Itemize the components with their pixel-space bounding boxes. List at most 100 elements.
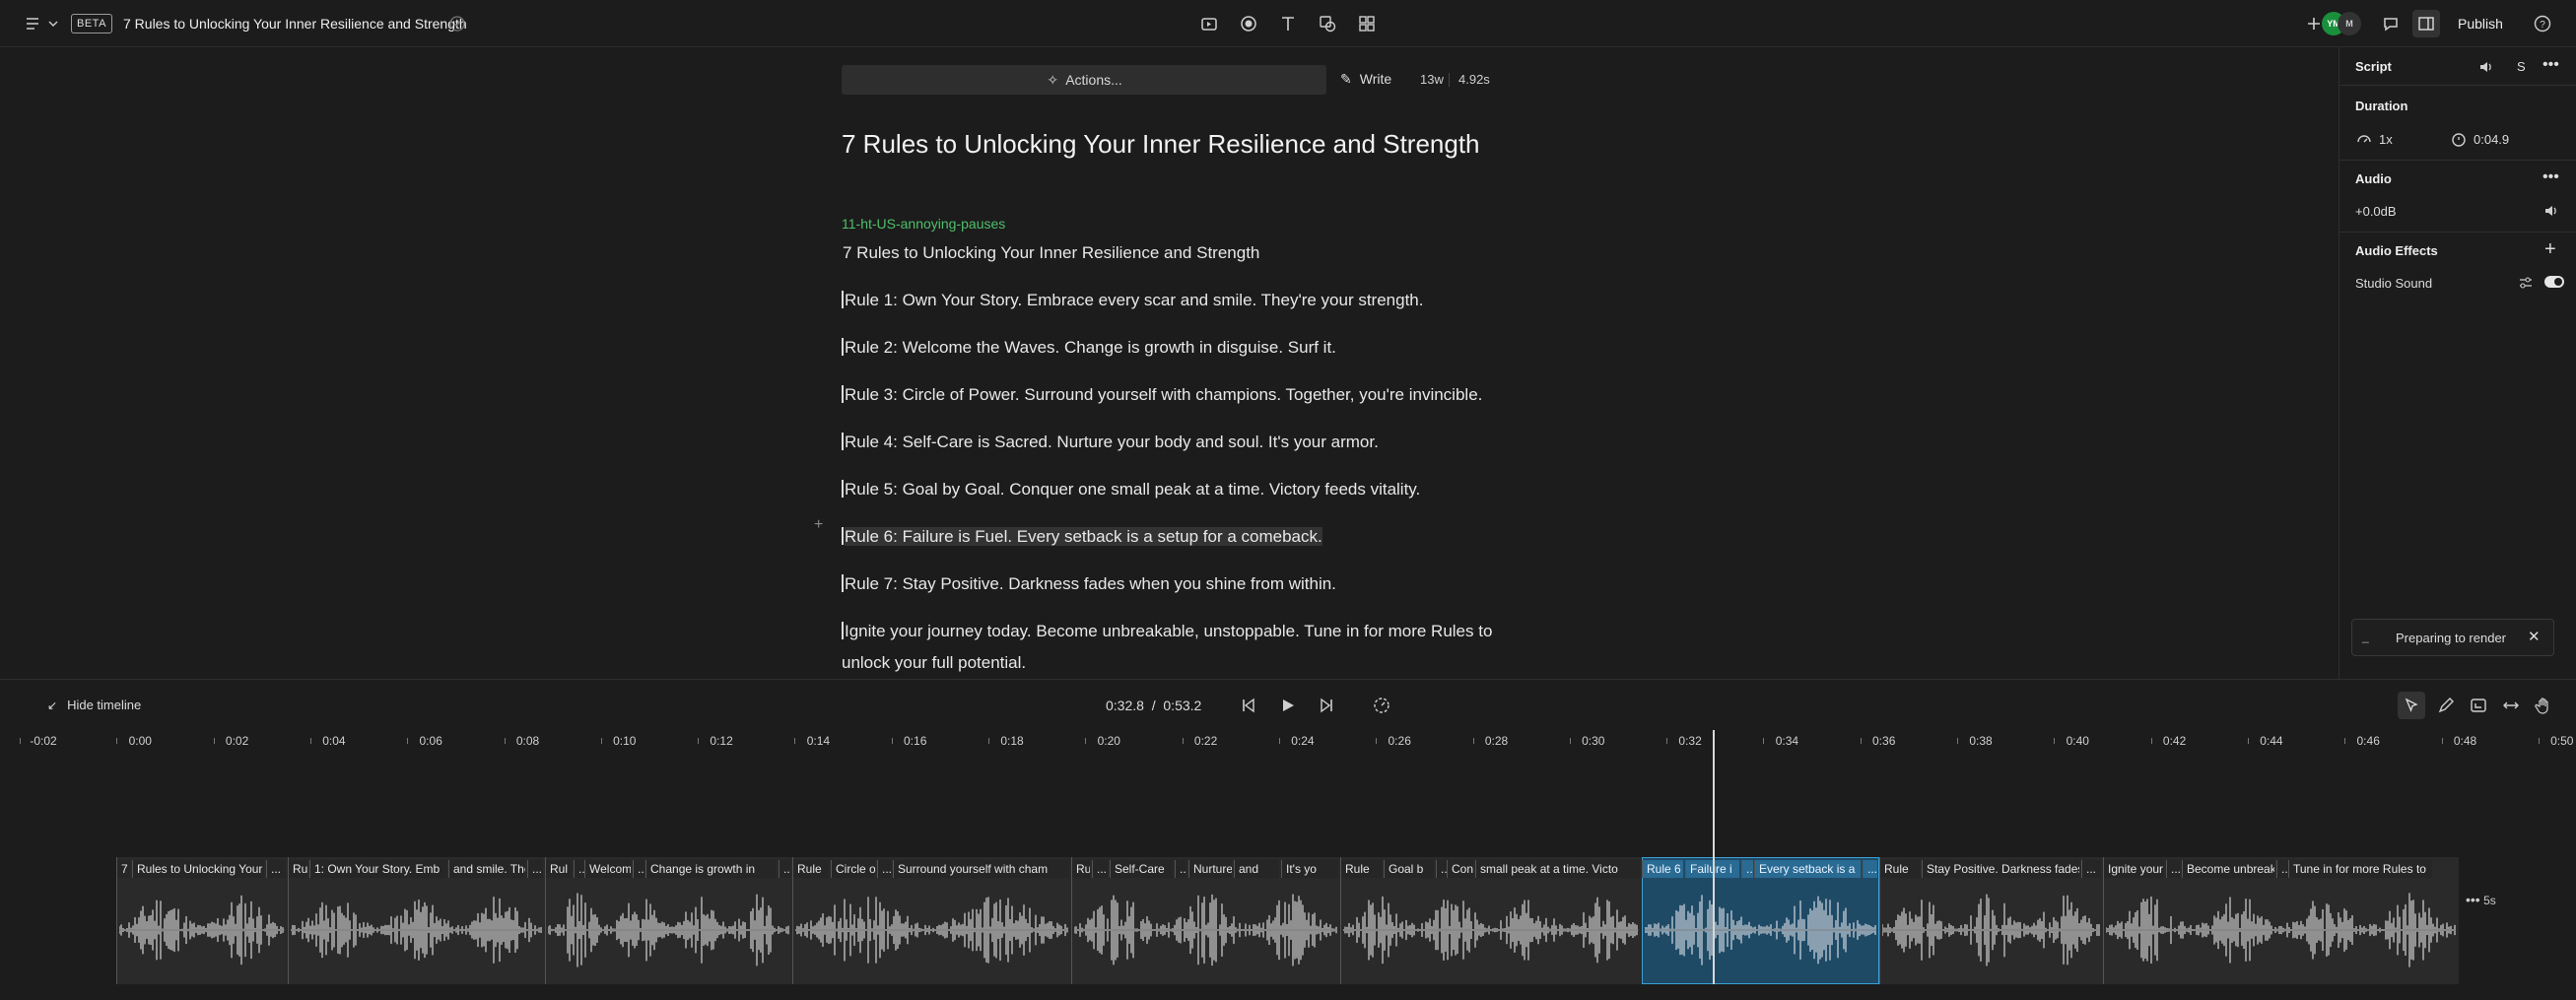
- record-icon[interactable]: [1239, 14, 1258, 33]
- word-chip[interactable]: Conq: [1447, 860, 1473, 878]
- word-chip[interactable]: Circle o: [831, 860, 875, 878]
- close-icon[interactable]: ✕: [2528, 628, 2541, 645]
- duration-value[interactable]: 0:04.9: [2474, 132, 2509, 147]
- publish-button[interactable]: Publish: [2458, 16, 2503, 32]
- word-chip[interactable]: ...: [266, 860, 286, 878]
- hand-tool-icon[interactable]: [2534, 696, 2553, 715]
- top-bar: BETA 7 Rules to Unlocking Your Inner Res…: [0, 0, 2576, 47]
- record-media-icon[interactable]: [1199, 14, 1219, 33]
- play-icon[interactable]: [1277, 696, 1297, 715]
- write-button[interactable]: ✎ Write: [1340, 71, 1391, 88]
- help-icon[interactable]: ?: [2533, 14, 2552, 33]
- skip-forward-icon[interactable]: [1317, 696, 1336, 715]
- chevron-down-icon[interactable]: [43, 14, 58, 33]
- word-chip[interactable]: Rule: [1071, 860, 1090, 878]
- timeline[interactable]: ↙ Hide timeline 0:32.8 / 0:53.2 -0:02 0:00…: [0, 679, 2576, 1000]
- word-chip[interactable]: ...: [1863, 860, 1877, 878]
- word-chip[interactable]: Nurture: [1188, 860, 1232, 878]
- word-chip[interactable]: small peak at a time. Victo: [1475, 860, 1640, 878]
- word-chip[interactable]: Rule: [1879, 860, 1920, 878]
- more-icon[interactable]: •••: [2542, 56, 2559, 74]
- script-paragraph[interactable]: Rule 3: Circle of Power. Surround yourse…: [842, 379, 1482, 411]
- ruler-tick-label: 0:26: [1388, 734, 1411, 748]
- word-chip[interactable]: Ignite your: [2103, 860, 2164, 878]
- pen-tool-icon[interactable]: [2436, 696, 2456, 715]
- word-chip[interactable]: ...: [877, 860, 891, 878]
- speaker-label[interactable]: 11-ht-US-annoying-pauses: [842, 216, 1005, 232]
- ruler-tick-label: 0:06: [419, 734, 442, 748]
- ruler-tick: [407, 738, 409, 744]
- script-editor[interactable]: ✧ Actions... ✎ Write 13w 4.92s 7 Rules to …: [0, 47, 2339, 679]
- audio-more-icon[interactable]: •••: [2542, 168, 2559, 186]
- word-chip[interactable]: 7: [116, 860, 130, 878]
- actions-button[interactable]: ✧ Actions...: [842, 65, 1326, 95]
- word-chip[interactable]: ...: [1741, 860, 1753, 878]
- studio-sound-toggle[interactable]: [2544, 276, 2564, 288]
- word-chip[interactable]: and smile. The: [448, 860, 525, 878]
- grid-icon[interactable]: [1357, 14, 1377, 33]
- script-paragraph[interactable]: Rule 5: Goal by Goal. Conquer one small …: [842, 474, 1420, 505]
- avatar[interactable]: M: [2338, 12, 2361, 35]
- text-icon[interactable]: [1278, 14, 1298, 33]
- hide-timeline-button[interactable]: ↙ Hide timeline: [47, 698, 141, 712]
- word-chip[interactable]: Stay Positive. Darkness fades: [1922, 860, 2079, 878]
- comment-icon[interactable]: [2381, 14, 2401, 33]
- sliders-icon[interactable]: [2517, 274, 2535, 292]
- speed-value[interactable]: 1x: [2379, 132, 2393, 147]
- word-chip[interactable]: ...: [2166, 860, 2180, 878]
- word-chip[interactable]: Change is growth in: [645, 860, 777, 878]
- word-chip[interactable]: Self-Care: [1110, 860, 1173, 878]
- menu-icon[interactable]: [24, 14, 43, 33]
- select-tool[interactable]: [2398, 692, 2425, 719]
- page-title[interactable]: 7 Rules to Unlocking Your Inner Resilien…: [842, 129, 1480, 160]
- s-label[interactable]: S: [2517, 59, 2526, 74]
- script-paragraph[interactable]: Rule 7: Stay Positive. Darkness fades wh…: [842, 568, 1336, 600]
- word-chip[interactable]: ...: [2081, 860, 2101, 878]
- script-paragraph[interactable]: Rule 2: Welcome the Waves. Change is gro…: [842, 332, 1336, 364]
- word-chip[interactable]: Become unbreak: [2182, 860, 2274, 878]
- document-title[interactable]: 7 Rules to Unlocking Your Inner Resilien…: [123, 16, 467, 32]
- script-paragraph[interactable]: Rule 1: Own Your Story. Embrace every sc…: [842, 285, 1424, 316]
- word-chip[interactable]: ...: [779, 860, 790, 878]
- word-chip[interactable]: Rul: [545, 860, 572, 878]
- script-paragraph[interactable]: Rule 4: Self-Care is Sacred. Nurture you…: [842, 427, 1379, 458]
- word-chip[interactable]: Rules to Unlocking Your: [132, 860, 264, 878]
- word-chip[interactable]: ...: [2276, 860, 2288, 878]
- crop-icon[interactable]: [2469, 696, 2488, 715]
- add-collaborator-icon[interactable]: [2304, 14, 2320, 33]
- skip-back-icon[interactable]: [1239, 696, 1258, 715]
- script-paragraph[interactable]: Ignite your journey today. Become unbrea…: [842, 616, 1492, 647]
- layout-toggle-button[interactable]: [2412, 10, 2440, 37]
- word-chip[interactable]: Tune in for more Rules to: [2288, 860, 2432, 878]
- word-chip[interactable]: Every setback is a: [1754, 860, 1861, 878]
- playhead[interactable]: [1713, 730, 1715, 984]
- gain-value[interactable]: +0.0dB: [2355, 204, 2397, 219]
- speed-icon[interactable]: [1372, 696, 1391, 715]
- word-chip[interactable]: and: [1234, 860, 1279, 878]
- script-paragraph[interactable]: unlock your full potential.: [842, 647, 1026, 679]
- ruler-tick-label: 0:12: [710, 734, 733, 748]
- word-chip[interactable]: Surround yourself with cham: [893, 860, 1069, 878]
- word-chip[interactable]: It's yo: [1281, 860, 1338, 878]
- shapes-icon[interactable]: [1318, 14, 1337, 33]
- add-block-icon[interactable]: +: [814, 516, 823, 534]
- word-chip[interactable]: Ru: [288, 860, 307, 878]
- word-chip[interactable]: Rule 6: [1642, 860, 1683, 878]
- word-chip[interactable]: Goal b: [1384, 860, 1434, 878]
- speaker-volume-icon[interactable]: [2477, 58, 2495, 76]
- word-chip[interactable]: 1: Own Your Story. Emb: [309, 860, 446, 878]
- expand-horizontal-icon[interactable]: [2501, 696, 2521, 715]
- word-chip[interactable]: Welcom: [584, 860, 631, 878]
- total-time: 0:53.2: [1163, 698, 1202, 713]
- word-chip[interactable]: ...: [527, 860, 543, 878]
- script-paragraph-selected[interactable]: Rule 6: Failure is Fuel. Every setback i…: [842, 521, 1322, 553]
- clip-menu[interactable]: ••• 5s: [2466, 892, 2496, 907]
- word-chip[interactable]: ...: [633, 860, 644, 878]
- word-chip[interactable]: ...: [1175, 860, 1186, 878]
- add-effect-icon[interactable]: +: [2544, 238, 2556, 261]
- word-chip[interactable]: ...: [1092, 860, 1108, 878]
- volume-icon[interactable]: [2542, 202, 2560, 220]
- word-chip[interactable]: Rule: [792, 860, 829, 878]
- word-chip[interactable]: Rule: [1340, 860, 1382, 878]
- script-paragraph[interactable]: 7 Rules to Unlocking Your Inner Resilien…: [843, 237, 1259, 269]
